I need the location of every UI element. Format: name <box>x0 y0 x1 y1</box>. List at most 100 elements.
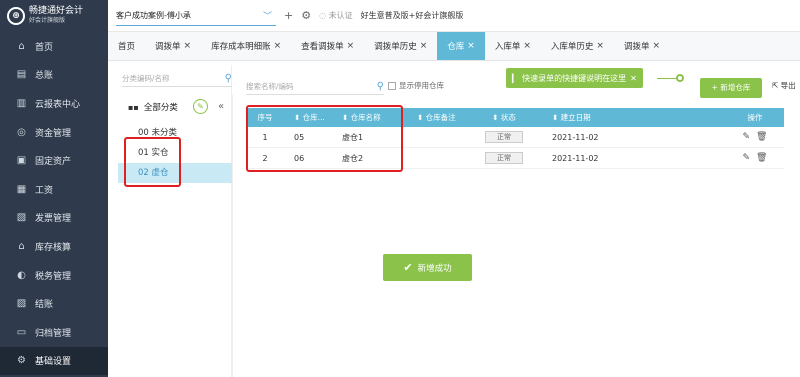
delete-icon[interactable]: 🗑 <box>756 132 767 142</box>
tab-item[interactable]: 入库单历史 × <box>541 32 614 60</box>
company-select[interactable]: 客户成功案例-傅小承 ﹀ <box>116 6 276 26</box>
show-disabled-checkbox[interactable]: 显示停用仓库 <box>388 80 444 91</box>
sidebar-item-label: 云报表中心 <box>35 99 81 110</box>
column-header[interactable]: ⬍ 状态 <box>476 112 532 123</box>
checkbox-box[interactable] <box>388 81 396 90</box>
sidebar-item[interactable]: ◐ 税务管理 <box>0 261 108 290</box>
app-root: ⊕ 畅捷通好会计 好会计旗舰版 ⌂ 首页 ▤ 总账 ▥ 云报表中心 ◎ 资金管理 ▣ 固定资产 ▦ 工… <box>0 0 800 377</box>
sidebar-item[interactable]: ▥ 云报表中心 <box>0 89 108 118</box>
close-icon[interactable]: × <box>274 41 282 51</box>
export-label: 导出 <box>780 81 796 90</box>
sidebar-item[interactable]: ◎ 资金管理 <box>0 118 108 147</box>
cell-date: 2021-11-02 <box>552 153 599 163</box>
show-disabled-label: 显示停用仓库 <box>399 81 444 90</box>
warehouse-search-placeholder: 搜索名称/编码 <box>246 82 294 91</box>
sidebar-item[interactable]: ⌂ 首页 <box>0 32 108 61</box>
sidebar-item-label: 发票管理 <box>35 214 72 225</box>
collapse-icon[interactable]: « <box>218 101 224 112</box>
close-icon[interactable]: × <box>467 41 475 51</box>
close-icon[interactable]: × <box>420 41 428 51</box>
sidebar: ⊕ 畅捷通好会计 好会计旗舰版 ⌂ 首页 ▤ 总账 ▥ 云报表中心 ◎ 资金管理 ▣ 固定资产 ▦ 工… <box>0 0 108 377</box>
tab-item[interactable]: 仓库 × <box>437 32 485 60</box>
close-icon[interactable]: × <box>652 41 660 51</box>
sidebar-item[interactable]: ▭ 归档管理 <box>0 318 108 347</box>
home-icon: ⌂ <box>18 40 25 52</box>
sidebar-item[interactable]: ▧ 发票管理 <box>0 204 108 233</box>
asset-icon: ▣ <box>16 155 27 167</box>
money-icon: ◎ <box>17 126 26 138</box>
column-header[interactable]: ⬍ 仓库备注 <box>409 112 476 123</box>
sidebar-item[interactable]: ▤ 总账 <box>0 61 108 90</box>
sidebar-item-label: 税务管理 <box>35 271 72 282</box>
tab-label: 调拨单 <box>623 42 650 52</box>
close-icon[interactable]: × <box>184 41 192 51</box>
sidebar-item-label: 结账 <box>35 300 54 311</box>
tab-item[interactable]: 调拨单历史 × <box>364 32 437 60</box>
add-icon[interactable]: + <box>284 9 293 22</box>
category-search-placeholder: 分类编码/名称 <box>122 74 170 83</box>
toast-text: 新增成功 <box>417 263 452 274</box>
success-toast: ✔ 新增成功 <box>383 254 472 281</box>
tab-bar: 首页 调拨单 × 库存成本明细账 × 查看调拨单 × 调拨单历史 × 仓库 × 入库单 × 入库单历史 × 调… <box>108 32 800 61</box>
sidebar-item-label: 库存核算 <box>35 242 72 253</box>
close-icon[interactable]: × <box>523 41 531 51</box>
tab-label: 库存成本明细账 <box>211 42 271 52</box>
close-icon[interactable]: × <box>347 41 355 51</box>
category-all-label: 全部分类 <box>143 103 178 113</box>
warehouse-search-input[interactable]: 搜索名称/编码 ⚲ <box>246 79 384 95</box>
chart-icon: ▥ <box>16 97 27 109</box>
sidebar-item[interactable]: ⌂ 库存核算 <box>0 232 108 261</box>
category-search-input[interactable]: 分类编码/名称 ⚲ <box>122 71 232 87</box>
category-panel: 分类编码/名称 ⚲ ▪▪ 全部分类 ✎ « 00 未分类 01 实仓 02 虚仓 <box>118 65 232 377</box>
tab-item[interactable]: 调拨单 × <box>145 32 201 60</box>
cert-status[interactable]: ◌ 未认证 <box>319 10 353 21</box>
tab-item[interactable]: 入库单 × <box>485 32 541 60</box>
top-bar: 客户成功案例-傅小承 ﹀ + ⚙ ◌ 未认证 好生意普及版+好会计旗舰版 <box>108 0 800 32</box>
sidebar-item-label: 资金管理 <box>35 128 72 139</box>
column-header[interactable]: 操作 <box>726 112 784 123</box>
tab-item[interactable]: 库存成本明细账 × <box>201 32 291 60</box>
salary-icon: ▦ <box>16 183 27 195</box>
brand-sub: 好会计旗舰版 <box>29 17 66 24</box>
category-all[interactable]: ▪▪ 全部分类 <box>128 101 178 114</box>
sidebar-item-label: 固定资产 <box>35 157 72 168</box>
sidebar-item[interactable]: ▦ 工资 <box>0 175 108 204</box>
search-icon[interactable]: ⚲ <box>225 73 232 84</box>
grid-icon: ▪▪ <box>128 102 139 112</box>
close-icon[interactable]: × <box>596 41 604 51</box>
status-badge: 正常 <box>485 152 523 164</box>
column-header[interactable]: ⬍ 建立日期 <box>532 112 726 123</box>
sidebar-item-label: 工资 <box>35 185 54 196</box>
logo-icon: ⊕ <box>7 7 25 25</box>
sidebar-item[interactable]: ▣ 固定资产 <box>0 146 108 175</box>
close-icon[interactable]: ✕ <box>630 74 637 83</box>
company-name: 客户成功案例-傅小承 <box>116 10 191 20</box>
tax-icon: ◐ <box>17 269 26 281</box>
edit-category-icon[interactable]: ✎ <box>193 99 208 114</box>
brand-name: 畅捷通好会计 <box>29 6 84 16</box>
edit-icon[interactable]: ✎ <box>743 153 751 163</box>
edit-icon[interactable]: ✎ <box>743 132 751 142</box>
sidebar-item[interactable]: ▨ 结账 <box>0 289 108 318</box>
add-warehouse-button[interactable]: + 新增仓库 <box>700 78 762 98</box>
sidebar-item-label: 归档管理 <box>35 328 72 339</box>
tab-item[interactable]: 调拨单 × <box>614 32 670 60</box>
sidebar-item[interactable]: ⚙ 基础设置 <box>0 346 108 376</box>
export-button[interactable]: ⇱ 导出 <box>772 80 796 91</box>
brand-logo[interactable]: ⊕ 畅捷通好会计 好会计旗舰版 <box>0 0 108 32</box>
sidebar-item-label: 基础设置 <box>35 357 72 368</box>
tab-label: 入库单 <box>494 42 521 52</box>
tab-item[interactable]: 查看调拨单 × <box>291 32 364 60</box>
tab-label: 调拨单 <box>155 42 181 52</box>
delete-icon[interactable]: 🗑 <box>756 153 767 163</box>
ledger-icon: ▤ <box>16 69 27 81</box>
tab-label: 首页 <box>118 42 136 52</box>
shortcut-tip: ▎ 快速录单的快捷键说明在这里 ✕ <box>506 68 643 88</box>
tab-label: 入库单历史 <box>550 42 594 52</box>
settings-icon: ⚙ <box>17 355 26 367</box>
tab-label: 调拨单历史 <box>374 42 417 52</box>
cell-date: 2021-11-02 <box>552 132 599 142</box>
gear-icon[interactable]: ⚙ <box>301 9 311 22</box>
search-icon[interactable]: ⚲ <box>377 81 384 92</box>
tab-item[interactable]: 首页 <box>108 32 145 60</box>
